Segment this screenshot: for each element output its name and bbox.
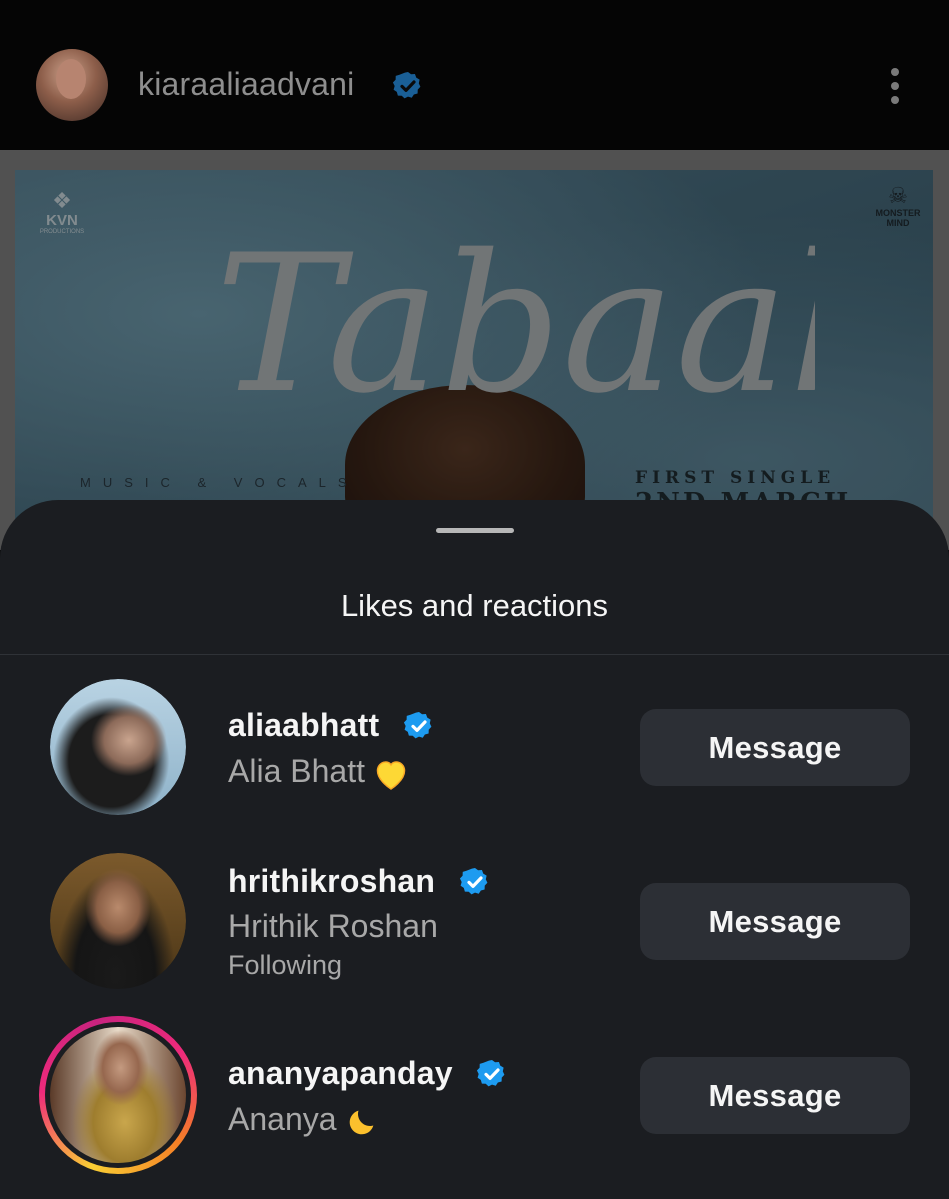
like-username[interactable]: hrithikroshan [228, 863, 435, 900]
author-username[interactable]: kiaraaliaadvani [138, 66, 354, 103]
like-fullname: Hrithik Roshan [228, 908, 438, 944]
message-button[interactable]: Message [640, 883, 910, 960]
dim-overlay [0, 150, 949, 550]
message-button[interactable]: Message [640, 709, 910, 786]
verified-badge-icon [476, 1060, 505, 1087]
like-username[interactable]: aliaabhatt [228, 707, 379, 744]
verified-badge-icon [403, 712, 432, 739]
avatar-story-ring[interactable] [39, 1016, 197, 1174]
list-item[interactable]: hrithikroshan Hrithik Roshan Following M… [0, 844, 949, 994]
likes-bottom-sheet: Likes and reactions aliaabhatt Alia Bhat… [0, 500, 949, 1199]
list-item[interactable]: aliaabhatt Alia Bhatt Message [0, 670, 949, 820]
author-avatar[interactable] [36, 49, 108, 121]
avatar[interactable] [50, 853, 186, 989]
more-vertical-icon[interactable] [880, 64, 910, 108]
drag-handle-icon[interactable] [436, 528, 514, 533]
sheet-divider [0, 654, 949, 655]
verified-badge-icon [392, 72, 421, 99]
like-username[interactable]: ananyapanday [228, 1055, 453, 1092]
avatar[interactable] [50, 679, 186, 815]
sheet-title: Likes and reactions [340, 588, 609, 623]
list-item[interactable]: ananyapanday Ananya Message [0, 1016, 949, 1174]
yellow-heart-icon [376, 760, 406, 790]
like-fullname: Alia Bhatt [228, 753, 409, 791]
crescent-moon-icon [349, 1110, 373, 1134]
message-button[interactable]: Message [640, 1057, 910, 1134]
post-header: kiaraaliaadvani [0, 0, 949, 150]
verified-badge-icon [459, 868, 488, 895]
post-image: ❖ KVN PRODUCTIONS ☠ MONSTER MIND Tabaahi… [0, 150, 949, 550]
like-fullname: Ananya [228, 1101, 379, 1139]
following-status: Following [228, 950, 343, 980]
